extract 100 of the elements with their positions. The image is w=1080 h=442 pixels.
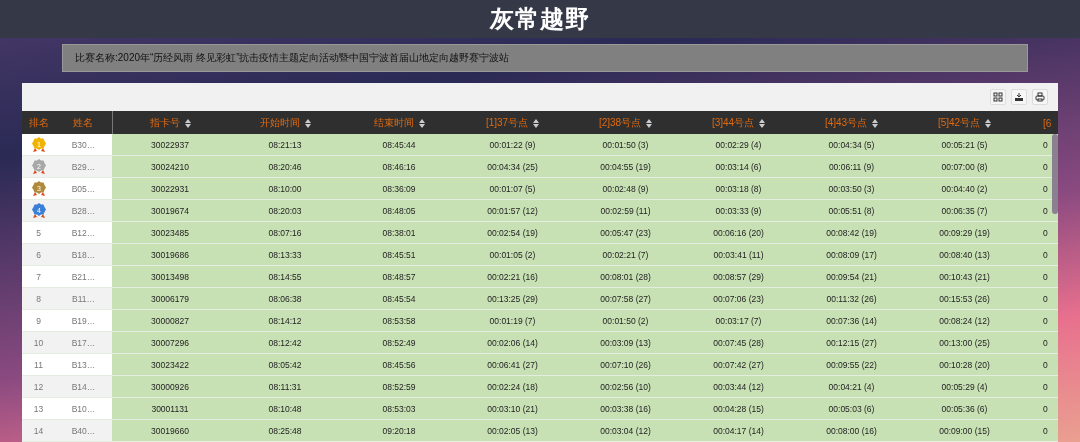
table-cell: 00:02:05 (13) [456, 419, 569, 442]
table-cell: 00:07:10 (26) [569, 353, 682, 376]
rank-cell: 14 [22, 419, 55, 442]
column-header[interactable]: 结束时间 [373, 117, 414, 128]
table-cell: 00:03:33 (9) [682, 199, 795, 222]
table-cell: 08:45:54 [342, 287, 456, 310]
table-cell: 08:10:00 [228, 177, 342, 200]
table-cell: 00:01:07 (5) [456, 177, 569, 200]
table-cell: 08:14:12 [228, 309, 342, 332]
table-cell: 00:04:55 (19) [569, 155, 682, 178]
table-cell: 08:36:09 [342, 177, 456, 200]
table-cell: 0 [1021, 287, 1058, 310]
table-cell: 08:38:01 [342, 221, 456, 244]
download-icon [1014, 92, 1024, 102]
table-cell: 08:20:03 [228, 199, 342, 222]
table-cell: 00:03:18 (8) [682, 177, 795, 200]
table-cell: 00:01:50 (3) [569, 134, 682, 156]
table-cell: 09:20:18 [342, 419, 456, 442]
table-cell: 00:03:10 (21) [456, 397, 569, 420]
table-cell: 00:07:58 (27) [569, 287, 682, 310]
table-cell: 00:06:41 (27) [456, 353, 569, 376]
table-cell: 00:03:17 (7) [682, 309, 795, 332]
table-cell: 08:20:46 [228, 155, 342, 178]
name-cell: B19… [55, 309, 112, 332]
table-cell: 08:11:31 [228, 375, 342, 398]
table-cell: 00:02:29 (4) [682, 134, 795, 156]
column-header[interactable]: 开始时间 [259, 117, 300, 128]
table-cell: 30019674 [112, 199, 228, 222]
column-header[interactable]: [1]37号点 [485, 117, 529, 128]
column-header[interactable]: [2]38号点 [598, 117, 642, 128]
table-cell: 08:06:38 [228, 287, 342, 310]
table-cell: 0 [1021, 397, 1058, 420]
table-cell: 00:05:47 (23) [569, 221, 682, 244]
table-cell: 08:45:56 [342, 353, 456, 376]
rank-cell: 5 [22, 221, 55, 244]
columns-button[interactable] [990, 89, 1006, 105]
table-cell: 0 [1021, 221, 1058, 244]
sort-icon[interactable] [759, 118, 766, 128]
table-cell: 00:03:50 (3) [795, 177, 908, 200]
table-cell: 00:11:32 (26) [795, 287, 908, 310]
table-cell: 00:02:48 (9) [569, 177, 682, 200]
table-cell: 00:08:42 (19) [795, 221, 908, 244]
table-cell: 00:08:09 (17) [795, 243, 908, 266]
table-cell: 0 [1021, 309, 1058, 332]
sort-icon[interactable] [184, 118, 191, 128]
table-cell: 00:05:36 (6) [908, 397, 1021, 420]
table-cell: 08:52:59 [342, 375, 456, 398]
print-button[interactable] [1032, 89, 1048, 105]
name-cell: B40… [55, 419, 112, 442]
name-cell: B14… [55, 375, 112, 398]
column-header[interactable]: [3]44号点 [711, 117, 755, 128]
name-cell: B13… [55, 353, 112, 376]
table-cell: 00:09:54 (21) [795, 265, 908, 288]
table-cell: 00:03:14 (6) [682, 155, 795, 178]
table-cell: 00:05:51 (8) [795, 199, 908, 222]
rank-cell: 11 [22, 353, 55, 376]
table-cell: 00:13:00 (25) [908, 331, 1021, 354]
table-cell: 00:02:06 (14) [456, 331, 569, 354]
table-cell: 00:07:42 (27) [682, 353, 795, 376]
table-cell: 00:01:19 (7) [456, 309, 569, 332]
column-header[interactable]: [6 [1043, 117, 1052, 129]
table-cell: 00:02:21 (7) [569, 243, 682, 266]
table-cell: 08:52:49 [342, 331, 456, 354]
name-cell: B18… [55, 243, 112, 266]
rank-cell: 10 [22, 331, 55, 354]
name-cell: B28… [55, 199, 112, 222]
table-cell: 30019686 [112, 243, 228, 266]
column-header[interactable]: 姓名 [73, 117, 94, 128]
table-cell: 00:08:01 (28) [569, 265, 682, 288]
sort-icon[interactable] [418, 118, 425, 128]
table-cell: 0 [1021, 419, 1058, 442]
table-cell: 00:07:45 (28) [682, 331, 795, 354]
table-cell: 00:06:11 (9) [795, 155, 908, 178]
table-cell: 30019660 [112, 419, 228, 442]
table-cell: 00:01:05 (2) [456, 243, 569, 266]
table-cell: 08:25:48 [228, 419, 342, 442]
table-cell: 00:03:41 (11) [682, 243, 795, 266]
sort-icon[interactable] [646, 118, 653, 128]
export-button[interactable] [1011, 89, 1027, 105]
table-cell: 00:03:09 (13) [569, 331, 682, 354]
table-cell: 08:45:51 [342, 243, 456, 266]
sort-icon[interactable] [985, 118, 992, 128]
competition-name: 比赛名称:2020年“历经风雨 终见彩虹”抗击疫情主题定向活动暨中国宁波首届山地定向越野赛宁波站 [75, 51, 510, 65]
grid-icon [993, 92, 1003, 102]
table-cell: 00:12:15 (27) [795, 331, 908, 354]
sort-icon[interactable] [304, 118, 311, 128]
table-cell: 00:02:56 (10) [569, 375, 682, 398]
table-cell: 00:01:22 (9) [456, 134, 569, 156]
column-header[interactable]: [5]42号点 [937, 117, 981, 128]
table-cell: 00:03:04 (12) [569, 419, 682, 442]
name-cell: B11… [55, 287, 112, 310]
name-cell: B12… [55, 221, 112, 244]
sort-icon[interactable] [872, 118, 879, 128]
table-cell: 00:04:34 (5) [795, 134, 908, 156]
column-header[interactable]: 指卡号 [149, 117, 180, 128]
scrollbar[interactable] [1052, 134, 1058, 214]
sort-icon[interactable] [533, 118, 540, 128]
column-header[interactable]: [4]43号点 [824, 117, 868, 128]
table-cell: 30007296 [112, 331, 228, 354]
table-cell: 00:08:40 (13) [908, 243, 1021, 266]
